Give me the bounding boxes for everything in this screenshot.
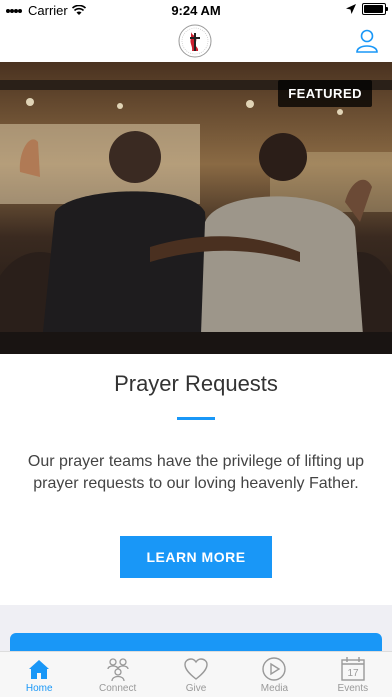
card-description: Our prayer teams have the privilege of l… (27, 453, 365, 492)
featured-card[interactable]: FEATURED Prayer Requests Our prayer team… (0, 62, 392, 605)
status-right (346, 3, 388, 15)
heart-icon (184, 658, 208, 680)
tab-label: Media (260, 683, 289, 694)
tab-media[interactable]: Media (235, 652, 313, 697)
learn-more-button[interactable]: LEARN MORE (120, 536, 272, 578)
title-divider (177, 417, 215, 420)
calendar-day: 17 (347, 668, 359, 679)
home-icon (29, 660, 50, 679)
battery-icon (362, 3, 388, 15)
people-icon (106, 658, 129, 682)
tab-events[interactable]: 17 Events (314, 652, 392, 697)
tab-label: Events (337, 683, 369, 694)
location-arrow-icon (346, 4, 356, 14)
featured-badge: FEATURED (278, 80, 372, 107)
tab-home[interactable]: Home (0, 652, 78, 697)
profile-button[interactable] (354, 28, 380, 54)
tab-label: Home (25, 683, 53, 694)
play-icon (262, 657, 287, 681)
tab-label: Give (185, 683, 207, 694)
status-bar: Carrier 9:24 AM (0, 0, 392, 20)
tab-give[interactable]: Give (157, 652, 235, 697)
header-bar (0, 20, 392, 62)
tab-bar: Home Connect Give Media 17 Events (0, 651, 392, 697)
calendar-icon: 17 (341, 657, 365, 681)
card-title: Prayer Requests (114, 371, 278, 396)
tab-label: Connect (98, 683, 137, 694)
status-time: 9:24 AM (171, 3, 221, 18)
church-logo-icon (178, 24, 212, 58)
tab-connect[interactable]: Connect (78, 652, 156, 697)
featured-hero-image: FEATURED (0, 62, 392, 354)
